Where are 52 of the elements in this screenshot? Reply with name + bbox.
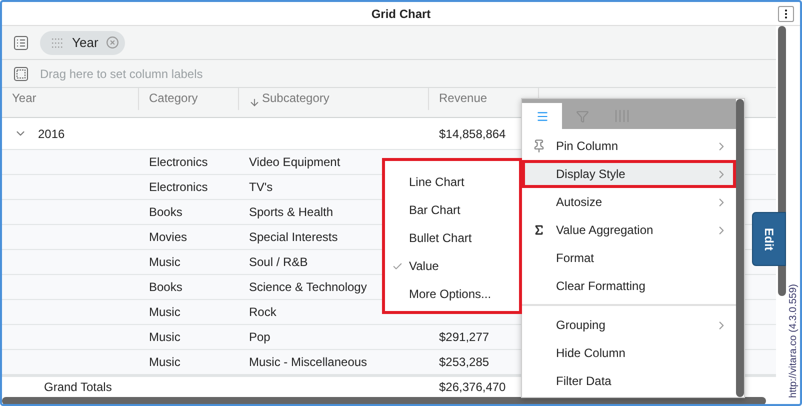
menu-item[interactable]: Bar Chart [385,196,519,224]
menu-item[interactable]: Value [385,252,519,280]
window-title: Grid Chart [371,6,431,20]
list-icon [14,36,28,50]
category-cell: Movies [149,230,188,244]
revenue-cell: $26,376,470 [439,380,506,394]
filter-icon [576,110,588,122]
menu-icon [536,110,548,122]
menu-item[interactable]: Display Style [522,160,736,188]
subcategory-cell: Rock [249,305,276,319]
menu-scrollbar[interactable] [736,99,744,397]
column-header[interactable]: Category [149,91,198,105]
revenue-cell: $291,277 [439,330,490,344]
subcategory-cell: Science & Technology [249,280,367,294]
remove-icon[interactable] [106,36,120,49]
menu-tab[interactable] [522,103,562,129]
subcategory-cell: TV's [249,180,273,194]
category-cell: Electronics [149,180,208,194]
subcategory-cell: Music - Miscellaneous [249,355,368,369]
menu-item[interactable]: More Options... [385,280,519,308]
more-button[interactable] [778,6,794,22]
revenue-cell: $14,858,864 [439,126,506,140]
menu-item[interactable]: Line Chart [385,168,519,196]
sigma-icon [533,224,545,236]
check-icon [392,260,402,272]
category-cell: Electronics [149,155,208,169]
columns-icon [615,110,629,122]
subcategory-cell: Pop [249,330,270,344]
column-header[interactable]: Subcategory [262,91,330,105]
category-cell: Music [149,305,180,319]
version-label: http://vitara.co (4.3.0.559) [788,284,798,398]
subcategory-cell: Soul / R&B [249,255,308,269]
column-header[interactable]: Revenue [439,91,488,105]
subcategory-cell: Video Equipment [249,155,340,169]
menu-item[interactable]: Bullet Chart [385,224,519,252]
year-chip[interactable]: Year [40,30,126,54]
year-cell: 2016 [38,126,65,140]
category-cell: Books [149,280,182,294]
subcategory-cell: Sports & Health [249,205,334,219]
horizontal-scrollbar[interactable] [2,397,766,404]
pin-icon [532,139,546,153]
category-cell: Music [149,355,180,369]
revenue-cell: $253,285 [439,355,490,369]
columns-box-icon [14,66,28,80]
grand-totals-label: Grand Totals [44,380,112,394]
category-cell: Music [149,255,180,269]
column-header[interactable]: Year [12,91,36,105]
category-cell: Books [149,205,182,219]
sort-arrow-icon[interactable] [249,97,260,108]
subcategory-cell: Special Interests [249,230,338,244]
category-cell: Music [149,330,180,344]
edit-tab[interactable]: Edit [752,212,786,266]
